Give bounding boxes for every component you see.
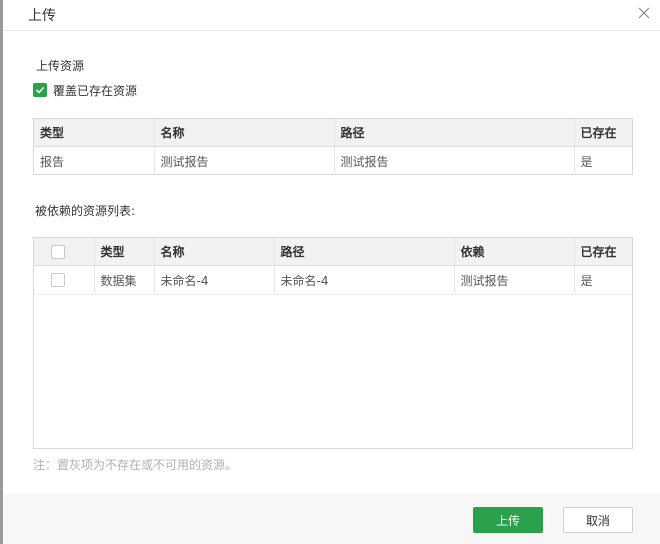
column-header-name: 名称 — [153, 119, 334, 147]
cell-dependency: 测试报告 — [453, 265, 574, 295]
cell-name: 未命名-4 — [153, 265, 274, 295]
table-header-row: 类型 名称 路径 依赖 已存在 — [34, 238, 632, 266]
column-header-path: 路径 — [273, 238, 454, 266]
cell-type: 数据集 — [93, 265, 154, 295]
footnote: 注：置灰项为不存在或不可用的资源。 — [33, 458, 238, 472]
select-all-checkbox[interactable] — [51, 244, 65, 259]
cell-exists: 是 — [573, 146, 632, 175]
cell-type: 报告 — [40, 154, 65, 169]
column-header-type: 类型 — [34, 119, 154, 147]
column-header-name: 名称 — [153, 238, 274, 266]
column-header-exists: 已存在 — [573, 238, 632, 266]
table-header-row: 类型 名称 路径 已存在 — [34, 119, 632, 147]
column-header-path: 路径 — [333, 119, 574, 147]
overwrite-checkbox[interactable] — [33, 83, 47, 97]
upload-resources-label: 上传资源 — [36, 59, 85, 73]
window-edge — [0, 0, 3, 544]
column-header-type: 类型 — [93, 238, 154, 266]
dependent-resources-table: 类型 名称 路径 依赖 已存在 数据集 未命名-4 未命名-4 测试报告 是 — [33, 237, 633, 449]
upload-button[interactable]: 上传 — [473, 507, 543, 533]
dialog-header: 上传 — [3, 0, 660, 31]
overwrite-option[interactable]: 覆盖已存在资源 — [33, 82, 137, 98]
column-header-dependency: 依赖 — [453, 238, 574, 266]
cancel-button[interactable]: 取消 — [563, 507, 633, 533]
close-icon[interactable] — [636, 5, 652, 21]
table-row: 报告 测试报告 测试报告 是 — [34, 146, 632, 175]
cell-exists: 是 — [573, 265, 632, 295]
cell-name: 测试报告 — [153, 146, 334, 175]
column-header-exists: 已存在 — [573, 119, 632, 147]
select-all-cell — [34, 238, 94, 266]
upload-resources-table: 类型 名称 路径 已存在 报告 测试报告 测试报告 是 — [33, 118, 633, 175]
check-icon — [35, 86, 45, 94]
dialog-footer — [3, 494, 660, 544]
dialog-title: 上传 — [28, 8, 56, 24]
row-checkbox[interactable] — [51, 273, 65, 288]
table-row[interactable]: 数据集 未命名-4 未命名-4 测试报告 是 — [34, 265, 632, 295]
dependent-resources-label: 被依赖的资源列表: — [35, 204, 136, 218]
cell-path: 未命名-4 — [273, 265, 454, 295]
row-select-cell — [34, 265, 94, 295]
overwrite-label: 覆盖已存在资源 — [53, 83, 138, 98]
cell-path: 测试报告 — [333, 146, 574, 175]
upload-dialog: 上传 上传资源 覆盖已存在资源 类型 名称 路径 已存在 报告 测试报告 测试报… — [0, 0, 660, 544]
